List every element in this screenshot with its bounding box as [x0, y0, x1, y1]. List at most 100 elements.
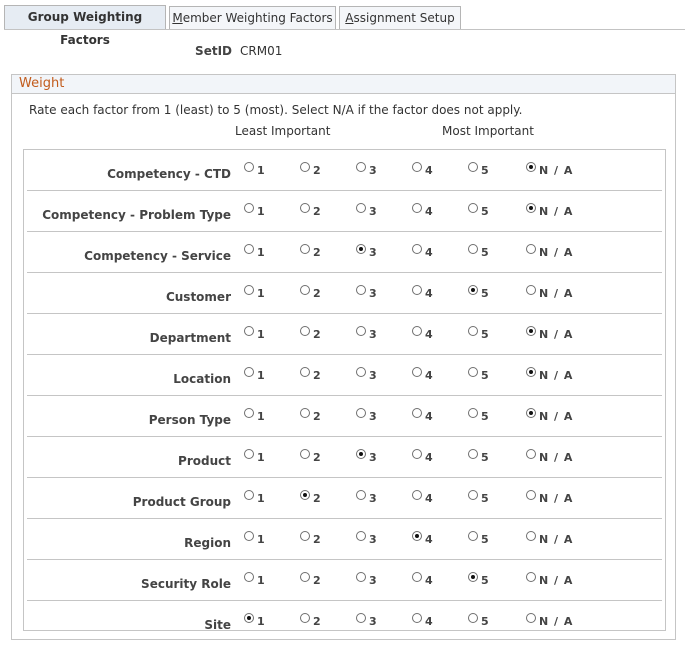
- rating-option[interactable]: 5: [468, 161, 490, 177]
- radio-button[interactable]: [526, 162, 536, 172]
- radio-button[interactable]: [244, 572, 254, 582]
- radio-button[interactable]: [244, 162, 254, 172]
- rating-option[interactable]: 2: [300, 284, 322, 300]
- rating-option[interactable]: 2: [300, 202, 322, 218]
- radio-button[interactable]: [244, 490, 254, 500]
- rating-option[interactable]: 3: [356, 571, 378, 587]
- radio-button[interactable]: [412, 490, 422, 500]
- rating-option[interactable]: 1: [244, 284, 266, 300]
- radio-button[interactable]: [468, 162, 478, 172]
- rating-option[interactable]: N / A: [526, 612, 573, 628]
- rating-option[interactable]: 3: [356, 325, 378, 341]
- rating-option[interactable]: 4: [412, 612, 434, 628]
- radio-button[interactable]: [356, 285, 366, 295]
- rating-option[interactable]: 1: [244, 325, 266, 341]
- radio-button[interactable]: [356, 531, 366, 541]
- radio-button[interactable]: [244, 408, 254, 418]
- rating-option[interactable]: 1: [244, 243, 266, 259]
- rating-option[interactable]: 4: [412, 243, 434, 259]
- radio-button[interactable]: [526, 490, 536, 500]
- radio-button[interactable]: [300, 244, 310, 254]
- rating-option[interactable]: 4: [412, 489, 434, 505]
- rating-option[interactable]: 5: [468, 202, 490, 218]
- radio-button[interactable]: [356, 572, 366, 582]
- radio-button[interactable]: [356, 326, 366, 336]
- rating-option[interactable]: N / A: [526, 325, 573, 341]
- rating-option[interactable]: 5: [468, 448, 490, 464]
- rating-option[interactable]: 2: [300, 366, 322, 382]
- rating-option[interactable]: N / A: [526, 571, 573, 587]
- radio-button[interactable]: [356, 162, 366, 172]
- rating-option[interactable]: N / A: [526, 366, 573, 382]
- rating-option[interactable]: N / A: [526, 284, 573, 300]
- radio-button[interactable]: [300, 572, 310, 582]
- radio-button[interactable]: [468, 449, 478, 459]
- radio-button[interactable]: [412, 531, 422, 541]
- radio-button[interactable]: [468, 285, 478, 295]
- rating-option[interactable]: 1: [244, 530, 266, 546]
- radio-button[interactable]: [244, 613, 254, 623]
- radio-button[interactable]: [412, 326, 422, 336]
- rating-option[interactable]: 1: [244, 202, 266, 218]
- radio-button[interactable]: [300, 408, 310, 418]
- radio-button[interactable]: [244, 449, 254, 459]
- rating-option[interactable]: N / A: [526, 448, 573, 464]
- rating-option[interactable]: N / A: [526, 489, 573, 505]
- rating-option[interactable]: 3: [356, 448, 378, 464]
- tab-group-weighting-factors[interactable]: Group Weighting Factors: [4, 5, 166, 47]
- radio-button[interactable]: [244, 531, 254, 541]
- radio-button[interactable]: [468, 203, 478, 213]
- rating-option[interactable]: 2: [300, 161, 322, 177]
- radio-button[interactable]: [412, 244, 422, 254]
- radio-button[interactable]: [526, 572, 536, 582]
- radio-button[interactable]: [468, 408, 478, 418]
- radio-button[interactable]: [526, 367, 536, 377]
- rating-option[interactable]: 2: [300, 448, 322, 464]
- rating-option[interactable]: 3: [356, 284, 378, 300]
- radio-button[interactable]: [356, 613, 366, 623]
- rating-option[interactable]: 5: [468, 366, 490, 382]
- radio-button[interactable]: [526, 203, 536, 213]
- radio-button[interactable]: [356, 244, 366, 254]
- rating-option[interactable]: N / A: [526, 161, 573, 177]
- rating-option[interactable]: 4: [412, 571, 434, 587]
- rating-option[interactable]: 2: [300, 407, 322, 423]
- rating-option[interactable]: 5: [468, 571, 490, 587]
- radio-button[interactable]: [300, 367, 310, 377]
- radio-button[interactable]: [244, 285, 254, 295]
- radio-button[interactable]: [526, 613, 536, 623]
- rating-option[interactable]: 2: [300, 571, 322, 587]
- rating-option[interactable]: 5: [468, 407, 490, 423]
- rating-option[interactable]: 5: [468, 489, 490, 505]
- rating-option[interactable]: 3: [356, 489, 378, 505]
- radio-button[interactable]: [300, 285, 310, 295]
- radio-button[interactable]: [356, 449, 366, 459]
- tab-member-weighting-factors[interactable]: Member Weighting Factors: [169, 6, 336, 29]
- radio-button[interactable]: [412, 203, 422, 213]
- radio-button[interactable]: [300, 203, 310, 213]
- radio-button[interactable]: [526, 531, 536, 541]
- radio-button[interactable]: [526, 285, 536, 295]
- rating-option[interactable]: 2: [300, 325, 322, 341]
- radio-button[interactable]: [412, 367, 422, 377]
- radio-button[interactable]: [356, 203, 366, 213]
- rating-option[interactable]: 4: [412, 448, 434, 464]
- tab-assignment-setup[interactable]: Assignment Setup: [339, 6, 461, 29]
- rating-option[interactable]: N / A: [526, 243, 573, 259]
- radio-button[interactable]: [412, 162, 422, 172]
- radio-button[interactable]: [244, 244, 254, 254]
- radio-button[interactable]: [244, 203, 254, 213]
- rating-option[interactable]: 5: [468, 612, 490, 628]
- rating-option[interactable]: 2: [300, 530, 322, 546]
- rating-option[interactable]: 3: [356, 202, 378, 218]
- radio-button[interactable]: [526, 326, 536, 336]
- radio-button[interactable]: [356, 367, 366, 377]
- rating-option[interactable]: 1: [244, 489, 266, 505]
- rating-option[interactable]: 1: [244, 407, 266, 423]
- rating-option[interactable]: 5: [468, 284, 490, 300]
- radio-button[interactable]: [468, 490, 478, 500]
- radio-button[interactable]: [300, 613, 310, 623]
- rating-option[interactable]: 4: [412, 366, 434, 382]
- rating-option[interactable]: 5: [468, 243, 490, 259]
- rating-option[interactable]: 5: [468, 325, 490, 341]
